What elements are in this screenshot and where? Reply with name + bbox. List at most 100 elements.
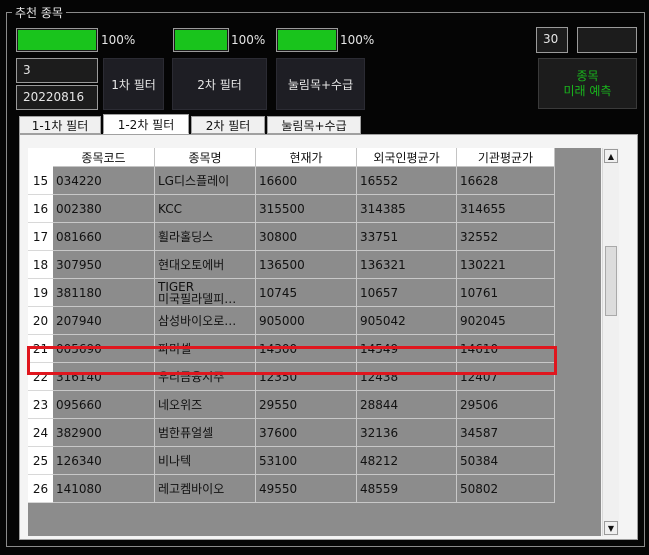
row-highlight-box [27,346,557,375]
cell-foreign-avg[interactable]: 28844 [357,391,457,419]
col-header-code[interactable]: 종목코드 [53,148,155,167]
table-row[interactable]: 20 207940 삼성바이오로… 905000 905042 902045 [28,307,555,335]
filter1-button[interactable]: 1차 필터 [103,58,164,110]
cell-name[interactable]: 현대오토에버 [155,251,256,279]
cell-inst-avg[interactable]: 314655 [457,195,555,223]
cell-code[interactable]: 141080 [53,475,155,503]
scroll-thumb[interactable] [605,246,617,316]
cell-foreign-avg[interactable]: 136321 [357,251,457,279]
row-number: 20 [28,307,53,335]
cell-code[interactable]: 095660 [53,391,155,419]
cell-code[interactable]: 307950 [53,251,155,279]
cell-inst-avg[interactable]: 50802 [457,475,555,503]
cell-code[interactable]: 126340 [53,447,155,475]
row-number: 16 [28,195,53,223]
tab-pullback-supply[interactable]: 눌림목+수급 [267,116,361,134]
tab-filter-2[interactable]: 2차 필터 [191,116,265,134]
row-number: 24 [28,419,53,447]
cell-inst-avg[interactable]: 902045 [457,307,555,335]
col-header-price[interactable]: 현재가 [256,148,357,167]
cell-name[interactable]: 비나텍 [155,447,256,475]
table-row[interactable]: 24 382900 범한퓨얼셀 37600 32136 34587 [28,419,555,447]
cell-foreign-avg[interactable]: 905042 [357,307,457,335]
table-row[interactable]: 19 381180 TIGER 미국필라델피… 10745 10657 10761 [28,279,555,307]
cell-price[interactable]: 49550 [256,475,357,503]
cell-code[interactable]: 081660 [53,223,155,251]
scroll-up-icon[interactable]: ▲ [604,149,618,163]
tab-filter-1-2[interactable]: 1-2차 필터 [103,114,189,134]
future-prediction-button[interactable]: 종목 미래 예측 [538,58,637,109]
table-row[interactable]: 15 034220 LG디스플레이 16600 16552 16628 [28,167,555,195]
pullback-supply-button[interactable]: 눌림목+수급 [276,58,365,110]
progress-bar-1 [16,28,98,52]
row-number: 25 [28,447,53,475]
days-field[interactable]: 30 [536,27,568,53]
cell-price[interactable]: 53100 [256,447,357,475]
cell-price[interactable]: 16600 [256,167,357,195]
cell-inst-avg[interactable]: 130221 [457,251,555,279]
cell-inst-avg[interactable]: 29506 [457,391,555,419]
table-row[interactable]: 17 081660 휠라홀딩스 30800 33751 32552 [28,223,555,251]
cell-foreign-avg[interactable]: 10657 [357,279,457,307]
progress-bar-3 [276,28,338,52]
cell-foreign-avg[interactable]: 32136 [357,419,457,447]
cell-name[interactable]: 범한퓨얼셀 [155,419,256,447]
cell-name[interactable]: 휠라홀딩스 [155,223,256,251]
row-number: 23 [28,391,53,419]
cell-foreign-avg[interactable]: 48559 [357,475,457,503]
cell-inst-avg[interactable]: 10761 [457,279,555,307]
row-number: 18 [28,251,53,279]
cell-price[interactable]: 10745 [256,279,357,307]
row-number: 26 [28,475,53,503]
col-header-inst-avg[interactable]: 기관평균가 [457,148,555,167]
cell-foreign-avg[interactable]: 33751 [357,223,457,251]
cell-inst-avg[interactable]: 16628 [457,167,555,195]
progress-label-3: 100% [340,33,375,47]
vertical-scrollbar[interactable]: ▲ ▼ [602,148,619,536]
scroll-down-icon[interactable]: ▼ [604,521,618,535]
cell-inst-avg[interactable]: 50384 [457,447,555,475]
cell-code[interactable]: 034220 [53,167,155,195]
cell-name[interactable]: TIGER 미국필라델피… [155,279,256,307]
stock-table[interactable]: 종목코드 종목명 현재가 외국인평균가 기관평균가 15 034220 LG디스플레… [28,148,601,536]
cell-inst-avg[interactable]: 34587 [457,419,555,447]
cell-code[interactable]: 381180 [53,279,155,307]
cell-price[interactable]: 905000 [256,307,357,335]
cell-foreign-avg[interactable]: 16552 [357,167,457,195]
filter2-button[interactable]: 2차 필터 [172,58,267,110]
table-row[interactable]: 26 141080 레고켐바이오 49550 48559 50802 [28,475,555,503]
cell-price[interactable]: 30800 [256,223,357,251]
col-header-foreign-avg[interactable]: 외국인평균가 [357,148,457,167]
group-title: 추천 종목 [12,4,66,21]
cell-price[interactable]: 136500 [256,251,357,279]
extra-field[interactable] [577,27,637,53]
table-corner [28,148,53,167]
progress-bar-2 [173,28,229,52]
date-field[interactable]: 20220816 [16,85,98,110]
row-number: 17 [28,223,53,251]
tab-filter-1-1[interactable]: 1-1차 필터 [19,116,101,134]
predict-label-line1: 종목 [576,68,599,83]
cell-name[interactable]: 레고켐바이오 [155,475,256,503]
cell-price[interactable]: 37600 [256,419,357,447]
table-row[interactable]: 23 095660 네오위즈 29550 28844 29506 [28,391,555,419]
table-row[interactable]: 25 126340 비나텍 53100 48212 50384 [28,447,555,475]
cell-name[interactable]: LG디스플레이 [155,167,256,195]
cell-name[interactable]: 네오위즈 [155,391,256,419]
cell-code[interactable]: 002380 [53,195,155,223]
predict-label-line2: 미래 예측 [563,83,612,98]
cell-price[interactable]: 315500 [256,195,357,223]
cell-foreign-avg[interactable]: 48212 [357,447,457,475]
cell-inst-avg[interactable]: 32552 [457,223,555,251]
table-row[interactable]: 16 002380 KCC 315500 314385 314655 [28,195,555,223]
cell-name[interactable]: 삼성바이오로… [155,307,256,335]
count-field[interactable]: 3 [16,58,98,83]
row-number: 19 [28,279,53,307]
col-header-name[interactable]: 종목명 [155,148,256,167]
cell-foreign-avg[interactable]: 314385 [357,195,457,223]
cell-code[interactable]: 382900 [53,419,155,447]
cell-price[interactable]: 29550 [256,391,357,419]
cell-name[interactable]: KCC [155,195,256,223]
cell-code[interactable]: 207940 [53,307,155,335]
table-row[interactable]: 18 307950 현대오토에버 136500 136321 130221 [28,251,555,279]
